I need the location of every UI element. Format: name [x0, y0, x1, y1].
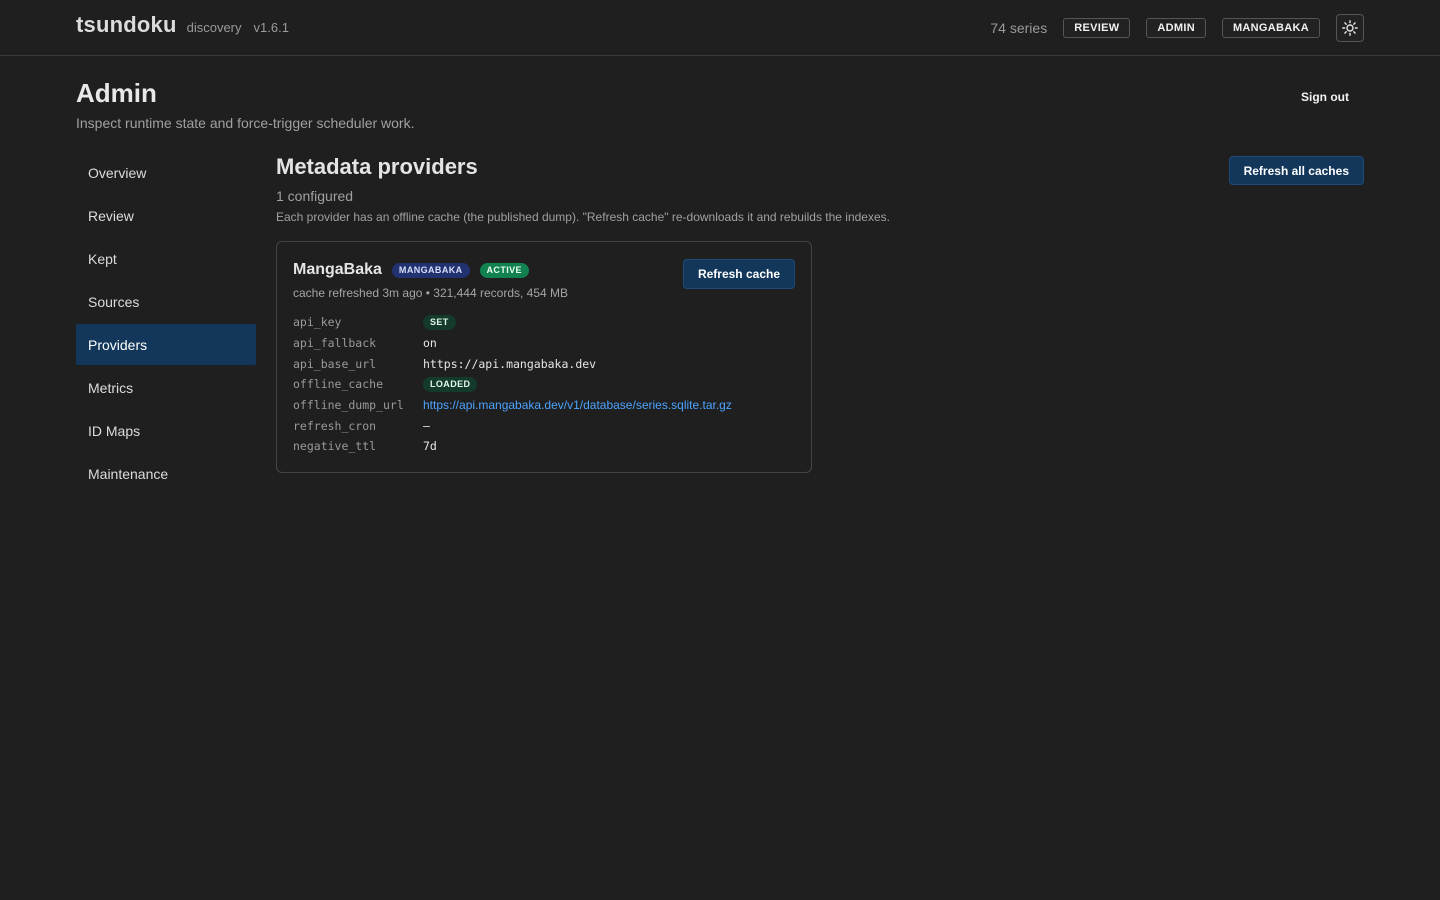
brand[interactable]: tsundoku discovery v1.6.1 — [76, 12, 289, 38]
field-row: offline_cache LOADED — [293, 374, 732, 395]
field-key: api_key — [293, 315, 342, 330]
admin-sidebar: Overview Review Kept Sources Providers M… — [76, 152, 256, 496]
cache-meta: cache refreshed 3m ago • 321,444 records… — [293, 286, 569, 300]
field-row: refresh_cron — — [293, 415, 732, 436]
main-content: Metadata providers 1 configured Each pro… — [276, 152, 1364, 473]
sidebar-item-kept[interactable]: Kept — [76, 238, 256, 279]
offline-cache-status-badge: LOADED — [423, 376, 478, 392]
sidebar-item-id-maps[interactable]: ID Maps — [76, 410, 256, 451]
provider-card: MangaBaka MANGABAKA ACTIVE Refresh cache… — [276, 241, 812, 473]
field-row: offline_dump_url https://api.mangabaka.d… — [293, 395, 732, 416]
section-title: Metadata providers — [276, 154, 478, 179]
status-badge: ACTIVE — [479, 262, 529, 278]
api-key-status-badge: SET — [423, 314, 456, 330]
field-key: api_base_url — [293, 356, 377, 371]
field-row: api_base_url https://api.mangabaka.dev — [293, 353, 732, 374]
refresh-cache-button[interactable]: Refresh cache — [682, 259, 795, 289]
provider-card-header: MangaBaka MANGABAKA ACTIVE — [293, 261, 529, 279]
mangabaka-button[interactable]: MANGABAKA — [1221, 18, 1320, 38]
series-count: 74 series — [990, 20, 1048, 36]
app-subtitle: discovery — [186, 20, 242, 35]
provider-fields: api_key SET api_fallback on api_base_url… — [293, 312, 732, 457]
sidebar-item-metrics[interactable]: Metrics — [76, 367, 256, 408]
section-description: Each provider has an offline cache (the … — [276, 210, 890, 224]
sign-out-button[interactable]: Sign out — [1301, 90, 1349, 104]
theme-toggle-button[interactable] — [1336, 14, 1364, 42]
field-key: offline_cache — [293, 377, 384, 392]
field-row: api_key SET — [293, 312, 732, 333]
app-name: tsundoku — [76, 12, 177, 37]
field-value: 7d — [423, 439, 437, 454]
admin-button[interactable]: ADMIN — [1146, 18, 1206, 38]
field-key: offline_dump_url — [293, 398, 404, 413]
sidebar-item-review[interactable]: Review — [76, 195, 256, 236]
sun-icon — [1342, 20, 1358, 36]
field-key: refresh_cron — [293, 418, 377, 433]
field-value: https://api.mangabaka.dev — [423, 356, 597, 371]
provider-badge: MANGABAKA — [391, 262, 470, 278]
provider-name: MangaBaka — [293, 261, 382, 278]
offline-dump-url-link[interactable]: https://api.mangabaka.dev/v1/database/se… — [423, 398, 732, 412]
sidebar-item-overview[interactable]: Overview — [76, 152, 256, 193]
field-row: api_fallback on — [293, 333, 732, 354]
refresh-all-caches-button[interactable]: Refresh all caches — [1228, 156, 1364, 185]
app-version: v1.6.1 — [253, 20, 289, 35]
field-row: negative_ttl 7d — [293, 436, 732, 457]
page-title: Admin — [76, 78, 157, 108]
top-bar: tsundoku discovery v1.6.1 74 series REVI… — [0, 0, 1440, 56]
sidebar-item-maintenance[interactable]: Maintenance — [76, 453, 256, 494]
top-right-controls: 74 series REVIEW ADMIN MANGABAKA — [990, 14, 1364, 42]
field-value: on — [423, 336, 437, 351]
page-subtitle: Inspect runtime state and force-trigger … — [76, 115, 415, 131]
sidebar-item-providers[interactable]: Providers — [76, 324, 256, 365]
field-key: negative_ttl — [293, 439, 377, 454]
sidebar-item-sources[interactable]: Sources — [76, 281, 256, 322]
configured-count: 1 configured — [276, 188, 354, 204]
field-value: — — [423, 418, 430, 433]
review-button[interactable]: REVIEW — [1063, 18, 1131, 38]
field-key: api_fallback — [293, 336, 377, 351]
